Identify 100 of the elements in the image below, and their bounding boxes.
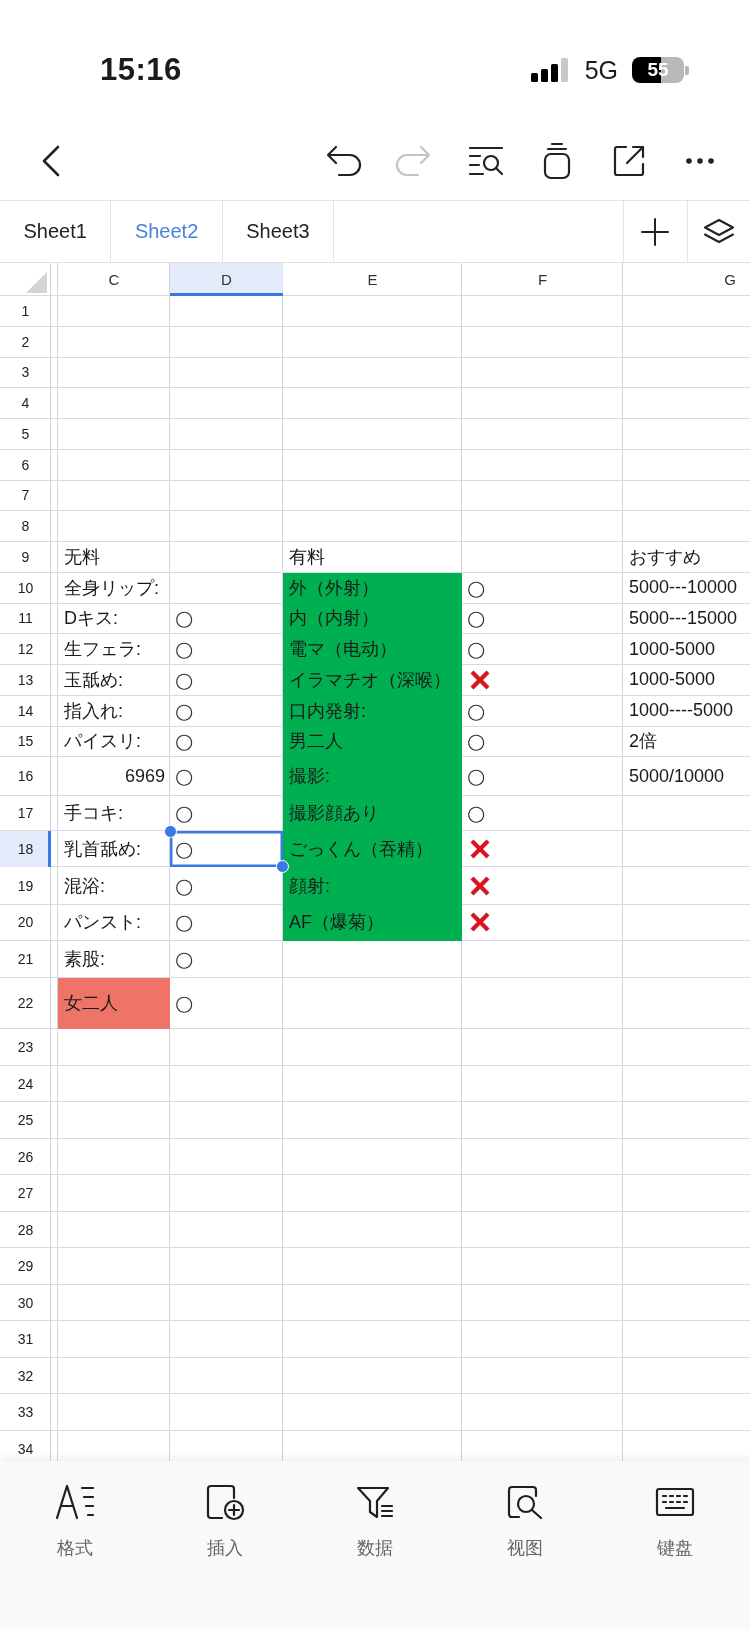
row-header[interactable]: 25 xyxy=(0,1102,51,1139)
row-header[interactable]: 14 xyxy=(0,695,51,727)
table-cell[interactable]: 女二人 xyxy=(58,978,170,1030)
row-header[interactable]: 28 xyxy=(0,1211,51,1249)
table-cell[interactable]: ○ xyxy=(170,867,283,905)
table-cell[interactable]: 男二人 xyxy=(283,726,462,758)
row-header[interactable]: 18 xyxy=(0,830,51,868)
table-cell[interactable]: ○ xyxy=(170,603,283,635)
view-button[interactable]: 视图 xyxy=(506,1482,544,1560)
row-header[interactable]: 27 xyxy=(0,1175,51,1212)
table-cell[interactable]: 1000----5000 xyxy=(623,695,750,727)
column-header[interactable]: E xyxy=(283,263,462,296)
table-cell[interactable]: ○ xyxy=(462,795,623,831)
table-cell[interactable]: AF（爆菊） xyxy=(283,904,462,941)
table-cell[interactable]: 撮影: xyxy=(283,757,462,796)
column-header[interactable]: F xyxy=(462,263,623,296)
table-cell[interactable]: 有料 xyxy=(283,542,462,573)
row-header[interactable]: 1 xyxy=(0,296,51,327)
row-header[interactable]: 9 xyxy=(0,542,51,573)
row-header[interactable]: 4 xyxy=(0,388,51,419)
table-cell[interactable]: ○ xyxy=(170,665,283,696)
table-cell[interactable]: パイスリ: xyxy=(58,726,170,758)
table-cell[interactable]: Dキス: xyxy=(58,603,170,635)
row-header[interactable]: 21 xyxy=(0,940,51,979)
table-cell[interactable]: 5000---10000 xyxy=(623,572,750,604)
row-header[interactable]: 23 xyxy=(0,1029,51,1066)
column-header[interactable]: G xyxy=(623,263,750,296)
table-cell[interactable]: 混浴: xyxy=(58,867,170,905)
table-cell[interactable]: 玉舐め: xyxy=(58,665,170,696)
table-cell[interactable]: おすすめ xyxy=(623,542,750,573)
table-cell[interactable]: 乳首舐め: xyxy=(58,830,170,868)
row-header[interactable]: 13 xyxy=(0,665,51,696)
table-cell[interactable]: 5000---15000 xyxy=(623,603,750,635)
row-header[interactable]: 6 xyxy=(0,449,51,481)
row-header[interactable]: 30 xyxy=(0,1284,51,1322)
row-header[interactable]: 22 xyxy=(0,978,51,1030)
table-cell[interactable]: ○ xyxy=(462,572,623,604)
table-cell[interactable]: ○ xyxy=(462,603,623,635)
insert-button[interactable]: 插入 xyxy=(205,1482,245,1560)
row-header[interactable]: 31 xyxy=(0,1321,51,1358)
table-cell[interactable]: ○ xyxy=(462,757,623,796)
row-header[interactable]: 20 xyxy=(0,904,51,941)
table-cell[interactable]: 外（外射） xyxy=(283,572,462,604)
row-header[interactable]: 24 xyxy=(0,1065,51,1103)
table-cell[interactable]: 全身リップ: xyxy=(58,572,170,604)
table-cell[interactable]: 顔射: xyxy=(283,867,462,905)
sheet-tab[interactable]: Sheet3 xyxy=(222,201,335,262)
column-header[interactable]: C xyxy=(58,263,170,296)
row-header[interactable]: 5 xyxy=(0,419,51,450)
row-header[interactable]: 11 xyxy=(0,603,51,635)
table-cell[interactable]: 5000/10000 xyxy=(623,757,750,796)
table-cell[interactable]: 電マ（电动） xyxy=(283,634,462,665)
row-header[interactable]: 34 xyxy=(0,1430,51,1461)
table-cell[interactable]: ごっくん（吞精） xyxy=(283,830,462,868)
keyboard-button[interactable]: 键盘 xyxy=(655,1482,695,1560)
sheet-tab[interactable]: Sheet1 xyxy=(0,201,112,262)
row-header[interactable]: 29 xyxy=(0,1248,51,1285)
row-header[interactable]: 15 xyxy=(0,726,51,758)
row-header[interactable]: 33 xyxy=(0,1394,51,1431)
table-cell[interactable]: 口内発射: xyxy=(283,695,462,727)
row-header[interactable]: 32 xyxy=(0,1357,51,1395)
table-cell[interactable]: ○ xyxy=(170,978,283,1030)
table-cell[interactable]: ○ xyxy=(170,726,283,758)
table-cell[interactable]: 1000-5000 xyxy=(623,634,750,665)
data-button[interactable]: 数据 xyxy=(356,1482,394,1560)
table-cell[interactable]: ○ xyxy=(170,795,283,831)
row-header[interactable]: 3 xyxy=(0,357,51,389)
table-cell[interactable]: ○ xyxy=(170,634,283,665)
table-cell[interactable]: イラマチオ（深喉） xyxy=(283,665,462,696)
table-cell[interactable]: ○ xyxy=(170,757,283,796)
table-cell[interactable]: 6969 xyxy=(58,757,170,796)
table-cell[interactable]: 内（内射） xyxy=(283,603,462,635)
table-cell[interactable]: 1000-5000 xyxy=(623,665,750,696)
column-header[interactable]: D xyxy=(170,263,283,296)
table-cell[interactable]: ○ xyxy=(170,904,283,941)
row-header[interactable]: 26 xyxy=(0,1138,51,1176)
table-cell[interactable]: 无料 xyxy=(58,542,170,573)
table-cell[interactable]: 素股: xyxy=(58,940,170,979)
row-header[interactable]: 12 xyxy=(0,634,51,665)
table-cell[interactable]: ○ xyxy=(462,695,623,727)
table-cell[interactable]: 指入れ: xyxy=(58,695,170,727)
table-cell[interactable]: ○ xyxy=(170,830,283,868)
table-cell[interactable]: ○ xyxy=(462,634,623,665)
row-header[interactable]: 2 xyxy=(0,326,51,358)
row-header[interactable]: 17 xyxy=(0,795,51,831)
row-header[interactable]: 8 xyxy=(0,511,51,542)
table-cell[interactable]: ○ xyxy=(170,695,283,727)
table-cell[interactable]: 2倍 xyxy=(623,726,750,758)
sheet-tab[interactable]: Sheet2 xyxy=(111,201,223,262)
table-cell[interactable]: ○ xyxy=(170,940,283,979)
row-header[interactable]: 10 xyxy=(0,572,51,604)
row-header[interactable]: 7 xyxy=(0,480,51,512)
row-header[interactable]: 19 xyxy=(0,867,51,905)
row-header[interactable]: 16 xyxy=(0,757,51,796)
table-cell[interactable]: 生フェラ: xyxy=(58,634,170,665)
table-cell[interactable]: 手コキ: xyxy=(58,795,170,831)
table-cell[interactable]: ○ xyxy=(462,726,623,758)
selection-handle[interactable] xyxy=(164,824,177,838)
format-button[interactable]: 格式 xyxy=(55,1482,95,1560)
table-cell[interactable]: 撮影顔あり xyxy=(283,795,462,831)
